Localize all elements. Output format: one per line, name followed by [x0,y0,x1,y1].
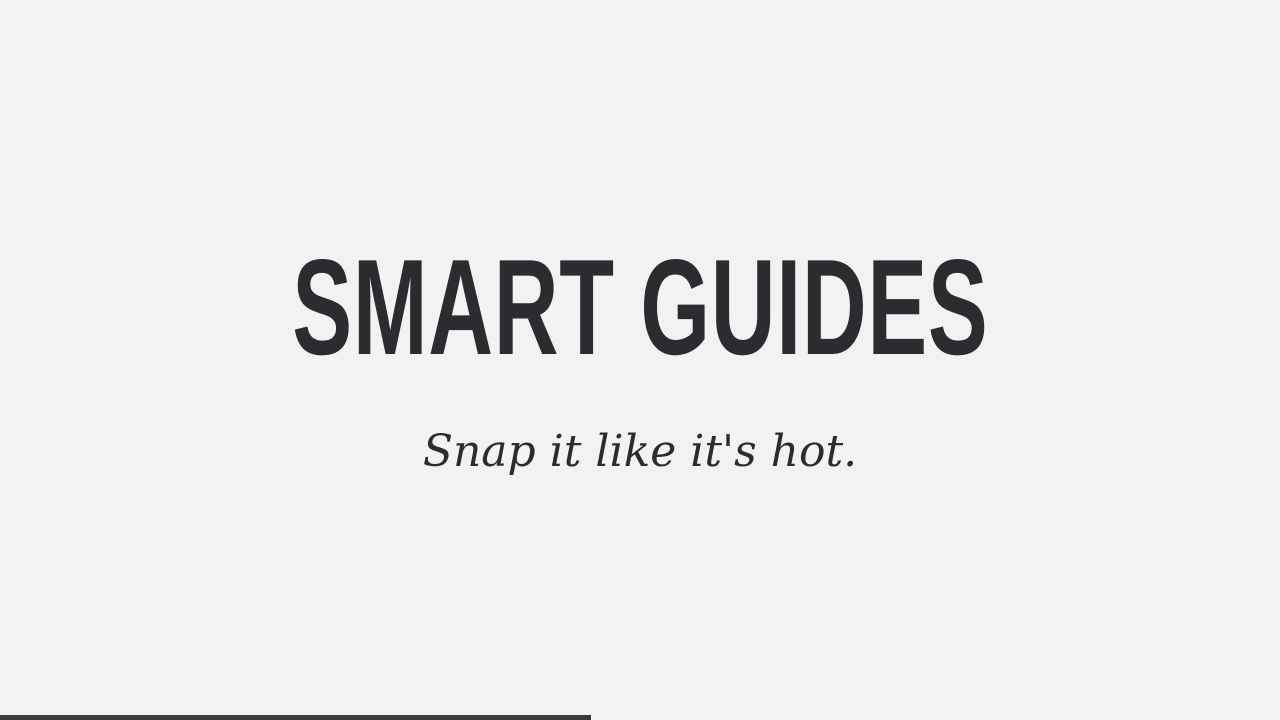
slide-progress-track [0,715,1280,720]
slide-progress-bar [0,715,591,720]
slide-title: SMART GUIDES [0,222,1280,392]
slide-subtitle: Snap it like it's hot. [422,426,858,477]
presentation-slide: SMART GUIDES Snap it like it's hot. [0,0,1280,720]
slide-title-text: SMART GUIDES [291,231,989,383]
